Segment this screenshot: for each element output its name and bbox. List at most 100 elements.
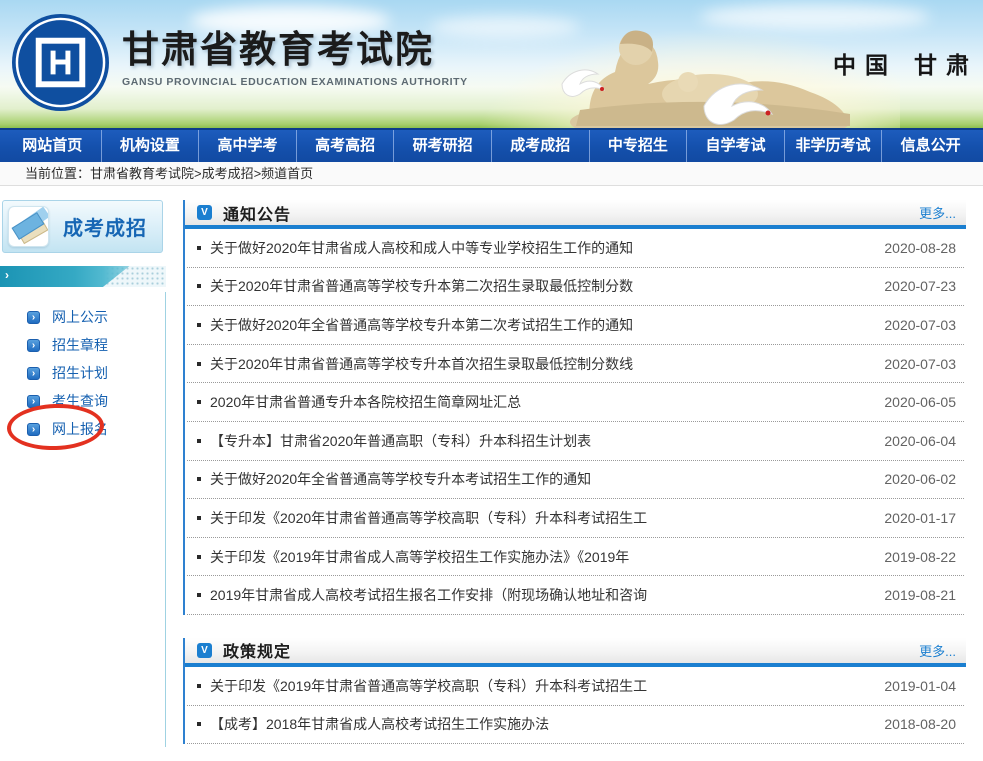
list-item[interactable]: 【专升本】甘肃省2020年普通高职（专科）升本科招生计划表 2020-06-04 xyxy=(187,422,964,461)
section-header: V 通知公告 更多... xyxy=(185,200,966,229)
notice-title-link[interactable]: 关于做好2020年全省普通高等学校专升本考试招生工作的通知 xyxy=(210,469,591,489)
notice-date: 2020-07-23 xyxy=(884,278,964,294)
section-title: 政策规定 xyxy=(223,638,291,662)
channel-header: 成考成招 xyxy=(2,200,163,253)
section-rows: 关于做好2020年甘肃省成人高校和成人中等专业学校招生工作的通知 2020-08-… xyxy=(185,229,966,615)
bullet-icon xyxy=(197,439,201,443)
gansu-education-logo-icon[interactable] xyxy=(11,13,110,112)
nav-item-4[interactable]: 研考研招 xyxy=(393,130,491,162)
chevron-right-icon: › xyxy=(27,311,40,324)
bullet-icon xyxy=(197,362,201,366)
channel-title: 成考成招 xyxy=(63,212,147,241)
notice-title-link[interactable]: 关于印发《2019年甘肃省成人高等学校招生工作实施办法》《2019年 xyxy=(210,547,629,567)
sidebar-item-0[interactable]: › 网上公示 xyxy=(0,303,166,331)
notice-date: 2020-08-28 xyxy=(884,240,964,256)
region-label: 中国 甘肃 xyxy=(833,46,978,80)
notice-title-link[interactable]: 关于2020年甘肃省普通高等学校专升本第二次招生录取最低控制分数 xyxy=(210,276,633,296)
bullet-icon xyxy=(197,284,201,288)
sidebar-item-label: 招生章程 xyxy=(52,335,108,355)
nav-item-1[interactable]: 机构设置 xyxy=(101,130,199,162)
notice-date: 2019-08-21 xyxy=(884,587,964,603)
dove-icon xyxy=(556,62,608,104)
list-item[interactable]: 关于做好2020年全省普通高等学校专升本考试招生工作的通知 2020-06-02 xyxy=(187,461,964,500)
site-title-block: 甘肃省教育考试院 GANSU PROVINCIAL EDUCATION EXAM… xyxy=(122,28,468,88)
section-1: V 政策规定 更多... 关于印发《2019年甘肃省普通高等学校高职（专科）升本科考试… xyxy=(183,638,966,744)
sidebar-menu: ›网上公示›招生章程›招生计划›考生查询›网上报名 xyxy=(0,303,166,443)
sidebar: 成考成招 › ›网上公示›招生章程›招生计划›考生查询›网上报名 xyxy=(0,186,166,744)
nav-item-5[interactable]: 成考成招 xyxy=(491,130,589,162)
notice-date: 2020-06-04 xyxy=(884,433,964,449)
nav-item-2[interactable]: 高中学考 xyxy=(198,130,296,162)
section-header: V 政策规定 更多... xyxy=(185,638,966,667)
notice-date: 2019-01-04 xyxy=(884,678,964,694)
site-subtitle: GANSU PROVINCIAL EDUCATION EXAMINATIONS … xyxy=(122,76,468,88)
list-item[interactable]: 关于印发《2019年甘肃省普通高等学校高职（专科）升本科考试招生工 2019-01… xyxy=(187,667,964,706)
notice-date: 2020-06-05 xyxy=(884,394,964,410)
notice-date: 2020-07-03 xyxy=(884,317,964,333)
nav-item-0[interactable]: 网站首页 xyxy=(4,130,101,162)
notice-date: 2018-08-20 xyxy=(884,716,964,732)
main-content: V通知公告更多...关于做好2020年甘肃省成人高校和成人中等专业学校招生工作的… xyxy=(183,186,966,744)
section-title: 通知公告 xyxy=(223,201,291,225)
sidebar-item-label: 网上报名 xyxy=(52,419,108,439)
site-title: 甘肃省教育考试院 xyxy=(122,28,468,72)
sidebar-item-2[interactable]: ›招生计划 xyxy=(0,359,166,387)
notice-date: 2019-08-22 xyxy=(884,549,964,565)
breadcrumb-text: 当前位置：甘肃省教育考试院>成考成招>频道首页 xyxy=(25,166,313,181)
sidebar-item-4[interactable]: › 网上报名 xyxy=(0,415,166,443)
notice-date: 2020-06-02 xyxy=(884,471,964,487)
notice-date: 2020-07-03 xyxy=(884,356,964,372)
bullet-icon xyxy=(197,593,201,597)
notice-title-link[interactable]: 关于做好2020年甘肃省成人高校和成人中等专业学校招生工作的通知 xyxy=(210,238,633,258)
bullet-icon xyxy=(197,684,201,688)
chevron-right-icon: › xyxy=(27,395,40,408)
notice-title-link[interactable]: 关于印发《2020年甘肃省普通高等学校高职（专科）升本科考试招生工 xyxy=(210,508,647,528)
bullet-icon xyxy=(197,400,201,404)
more-link[interactable]: 更多... xyxy=(919,203,956,222)
bullet-icon xyxy=(197,477,201,481)
notice-title-link[interactable]: 关于做好2020年全省普通高等学校专升本第二次考试招生工作的通知 xyxy=(210,315,633,335)
notice-title-link[interactable]: 关于2020年甘肃省普通高等学校专升本首次招生录取最低控制分数线 xyxy=(210,354,633,374)
nav-item-7[interactable]: 自学考试 xyxy=(686,130,784,162)
bullet-icon xyxy=(197,323,201,327)
nav-item-6[interactable]: 中专招生 xyxy=(589,130,687,162)
list-item[interactable]: 关于2020年甘肃省普通高等学校专升本第二次招生录取最低控制分数 2020-07-… xyxy=(187,268,964,307)
notice-title-link[interactable]: 关于印发《2019年甘肃省普通高等学校高职（专科）升本科考试招生工 xyxy=(210,676,647,696)
bullet-icon xyxy=(197,555,201,559)
sidebar-item-label: 网上公示 xyxy=(52,307,108,327)
nav-item-9[interactable]: 信息公开 xyxy=(881,130,979,162)
notice-date: 2020-01-17 xyxy=(884,510,964,526)
section-rows: 关于印发《2019年甘肃省普通高等学校高职（专科）升本科考试招生工 2019-01… xyxy=(185,667,966,744)
list-item[interactable]: 关于2020年甘肃省普通高等学校专升本首次招生录取最低控制分数线 2020-07-… xyxy=(187,345,964,384)
list-item[interactable]: 关于印发《2020年甘肃省普通高等学校高职（专科）升本科考试招生工 2020-01… xyxy=(187,499,964,538)
list-item[interactable]: 关于做好2020年全省普通高等学校专升本第二次考试招生工作的通知 2020-07-… xyxy=(187,306,964,345)
site-banner: 甘肃省教育考试院 GANSU PROVINCIAL EDUCATION EXAM… xyxy=(0,0,983,128)
sidebar-item-3[interactable]: ›考生查询 xyxy=(0,387,166,415)
dove-icon xyxy=(696,76,780,128)
section-check-icon: V xyxy=(197,205,212,220)
nav-item-3[interactable]: 高考高招 xyxy=(296,130,394,162)
notice-title-link[interactable]: 2019年甘肃省成人高校考试招生报名工作安排（附现场确认地址和咨询 xyxy=(210,585,647,605)
more-link[interactable]: 更多... xyxy=(919,641,956,660)
chevron-right-icon: › xyxy=(5,268,9,282)
notice-title-link[interactable]: 【成考】2018年甘肃省成人高校考试招生工作实施办法 xyxy=(210,714,549,734)
list-item[interactable]: 关于印发《2019年甘肃省成人高等学校招生工作实施办法》《2019年 2019-0… xyxy=(187,538,964,577)
main-nav-list: 网站首页机构设置高中学考高考高招研考研招成考成招中专招生自学考试非学历考试信息公… xyxy=(0,130,983,162)
chevron-right-icon: › xyxy=(27,339,40,352)
list-item[interactable]: 2020年甘肃省普通专升本各院校招生简章网址汇总 2020-06-05 xyxy=(187,383,964,422)
notice-title-link[interactable]: 【专升本】甘肃省2020年普通高职（专科）升本科招生计划表 xyxy=(210,431,591,451)
list-item[interactable]: 【成考】2018年甘肃省成人高校考试招生工作实施办法 2018-08-20 xyxy=(187,706,964,745)
sidebar-item-1[interactable]: › 招生章程 xyxy=(0,331,166,359)
section-0: V 通知公告 更多... 关于做好2020年甘肃省成人高校和成人中等专业学校招生工作的… xyxy=(183,200,966,615)
chevron-right-icon: › xyxy=(27,423,40,436)
channel-books-icon xyxy=(8,206,49,247)
bullet-icon xyxy=(197,246,201,250)
sidebar-item-label: 招生计划 xyxy=(52,363,108,383)
nav-item-8[interactable]: 非学历考试 xyxy=(784,130,882,162)
section-check-icon: V xyxy=(197,643,212,658)
notice-title-link[interactable]: 2020年甘肃省普通专升本各院校招生简章网址汇总 xyxy=(210,392,521,412)
content-layout: 成考成招 › ›网上公示›招生章程›招生计划›考生查询›网上报名 V通知公告更多… xyxy=(0,186,983,744)
breadcrumb[interactable]: 当前位置：甘肃省教育考试院>成考成招>频道首页 xyxy=(0,162,983,186)
list-item[interactable]: 2019年甘肃省成人高校考试招生报名工作安排（附现场确认地址和咨询 2019-08… xyxy=(187,576,964,615)
list-item[interactable]: 关于做好2020年甘肃省成人高校和成人中等专业学校招生工作的通知 2020-08-… xyxy=(187,229,964,268)
